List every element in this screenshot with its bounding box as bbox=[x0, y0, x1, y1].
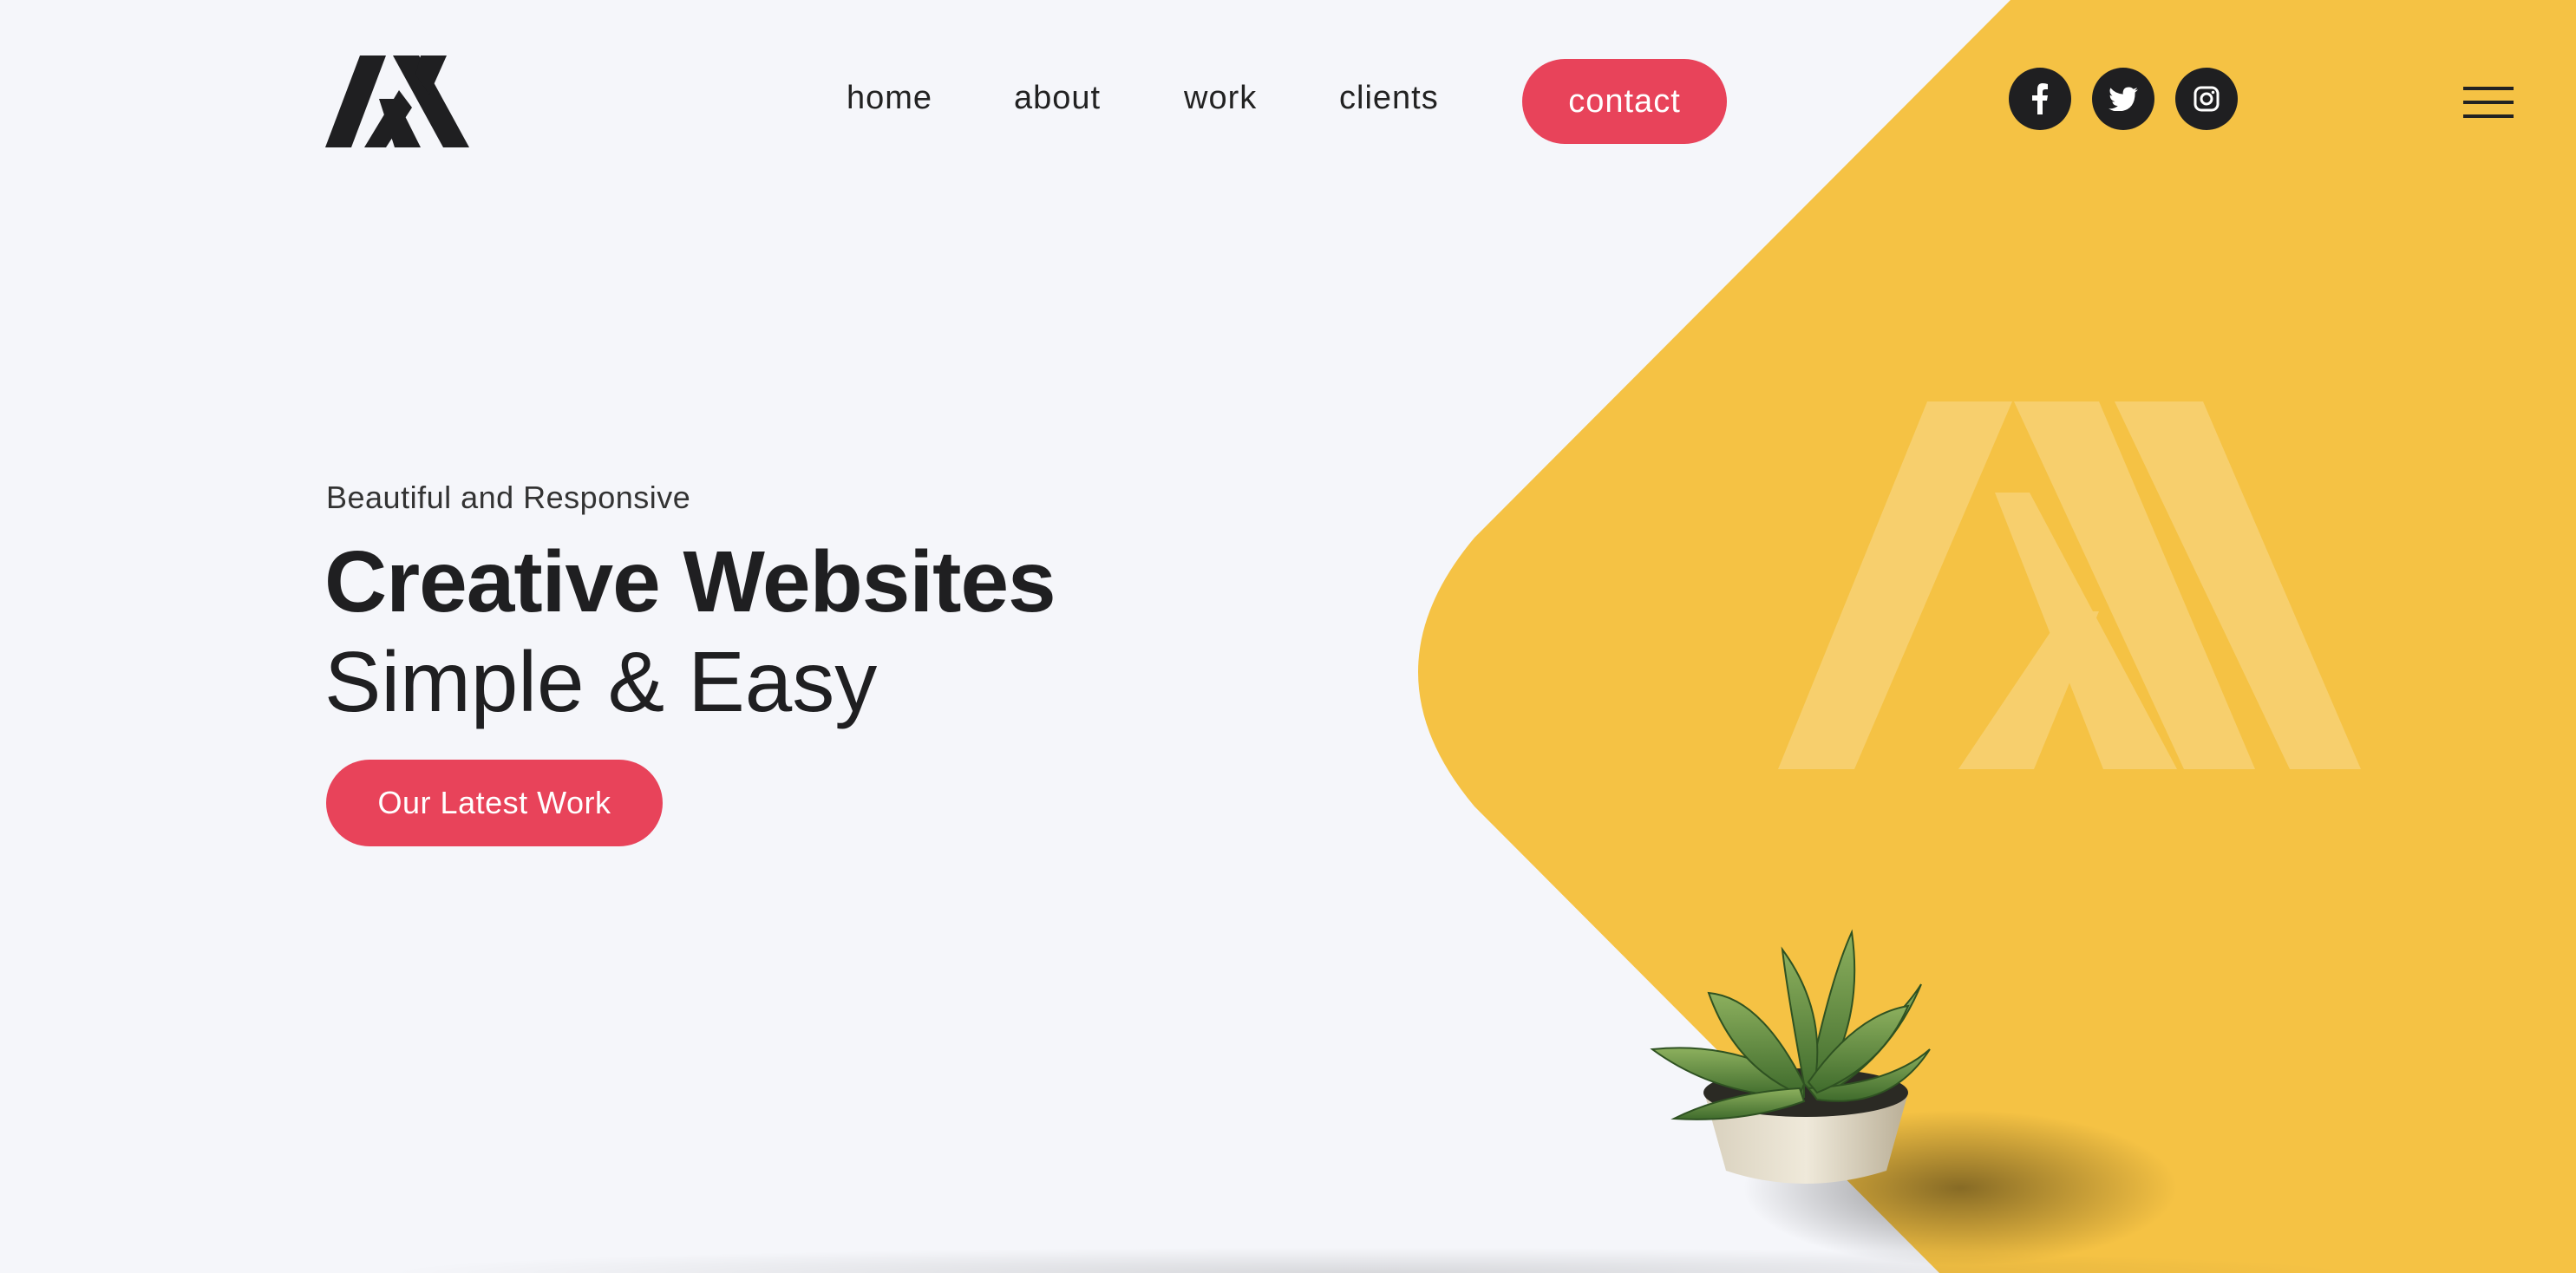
facebook-icon bbox=[2032, 83, 2048, 114]
nav-link-home[interactable]: home bbox=[847, 80, 932, 117]
succulent-plant-image bbox=[1650, 929, 2177, 1266]
twitter-link[interactable] bbox=[2092, 68, 2154, 130]
nav-link-about[interactable]: about bbox=[1014, 80, 1101, 117]
hero-eyebrow: Beautiful and Responsive bbox=[326, 480, 691, 515]
hero-section: home about work clients contact Beautifu… bbox=[0, 0, 2576, 1273]
latest-work-button[interactable]: Our Latest Work bbox=[326, 760, 663, 846]
nav-link-work[interactable]: work bbox=[1184, 80, 1257, 117]
brand-logo[interactable] bbox=[325, 55, 469, 147]
contact-button[interactable]: contact bbox=[1522, 59, 1727, 144]
hamburger-menu-icon[interactable] bbox=[2463, 87, 2514, 118]
nav-link-clients[interactable]: clients bbox=[1339, 80, 1439, 117]
section-divider-shadow bbox=[373, 1247, 2368, 1273]
instagram-icon bbox=[2194, 86, 2220, 112]
twitter-icon bbox=[2109, 87, 2138, 111]
hero-title: Creative Websites bbox=[324, 533, 1056, 630]
instagram-link[interactable] bbox=[2175, 68, 2238, 130]
hero-subtitle: Simple & Easy bbox=[324, 634, 878, 729]
facebook-link[interactable] bbox=[2009, 68, 2071, 130]
